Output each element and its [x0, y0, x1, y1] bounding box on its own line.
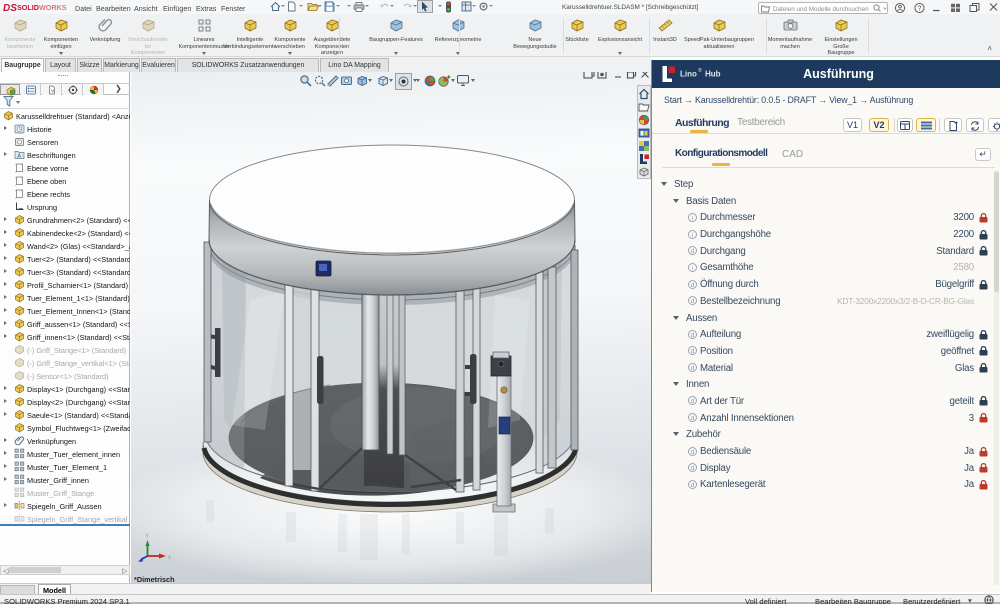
- svg-text:Y: Y: [145, 534, 149, 540]
- svg-text:DS: DS: [3, 3, 17, 13]
- svg-text:A: A: [17, 154, 21, 160]
- svg-text:?: ?: [918, 6, 922, 13]
- svg-text:SOLIDWORKS: SOLIDWORKS: [17, 3, 67, 12]
- svg-text:x: x: [168, 555, 171, 561]
